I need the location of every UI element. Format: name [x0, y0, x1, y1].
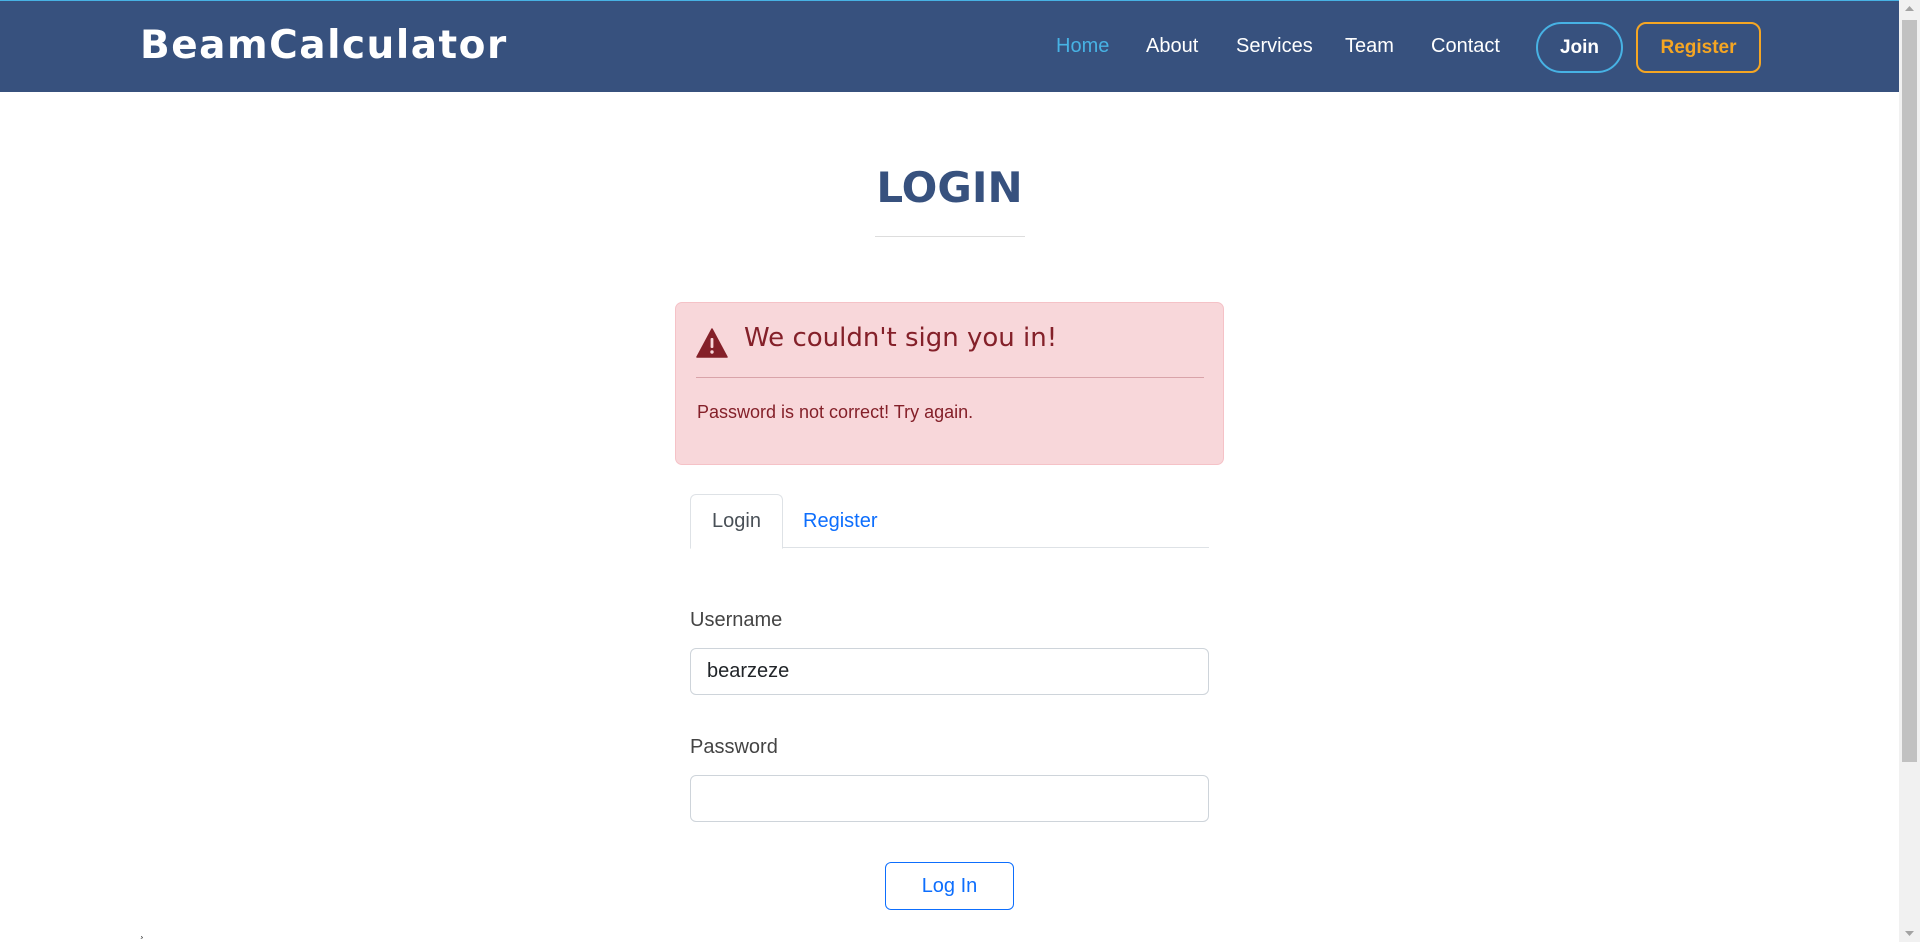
scroll-up-arrow-icon[interactable] [1899, 0, 1920, 17]
page-title: LOGIN [876, 163, 1023, 212]
tab-register[interactable]: Register [783, 494, 897, 548]
login-button[interactable]: Log In [885, 862, 1014, 910]
nav-services[interactable]: Services [1236, 35, 1313, 58]
header-register-button[interactable]: Register [1636, 22, 1761, 73]
nav-contact[interactable]: Contact [1431, 35, 1500, 58]
main-nav: Home About Services Team Contact Join Re… [0, 1, 1899, 93]
alert-divider [696, 377, 1204, 378]
nav-team[interactable]: Team [1345, 35, 1394, 58]
page-scrollbar[interactable] [1899, 0, 1920, 942]
footer-fragment: ¸ [140, 925, 144, 939]
password-label: Password [690, 736, 778, 758]
nav-home[interactable]: Home [1056, 35, 1109, 58]
error-alert: We couldn't sign you in! Password is not… [675, 302, 1224, 465]
password-field[interactable] [690, 775, 1209, 822]
join-button[interactable]: Join [1536, 22, 1623, 73]
site-header: BeamCalculator Home About Services Team … [0, 0, 1899, 92]
auth-tabs: Login Register [690, 494, 1209, 549]
username-label: Username [690, 609, 783, 631]
username-field[interactable] [690, 648, 1209, 695]
scrollbar-thumb[interactable] [1902, 20, 1917, 762]
nav-about[interactable]: About [1146, 35, 1198, 58]
scroll-down-arrow-icon[interactable] [1899, 925, 1920, 942]
tab-login[interactable]: Login [690, 494, 783, 549]
alert-heading: We couldn't sign you in! [744, 323, 1058, 353]
alert-message: Password is not correct! Try again. [697, 402, 974, 422]
warning-triangle-icon [696, 328, 728, 358]
title-divider [875, 236, 1025, 237]
